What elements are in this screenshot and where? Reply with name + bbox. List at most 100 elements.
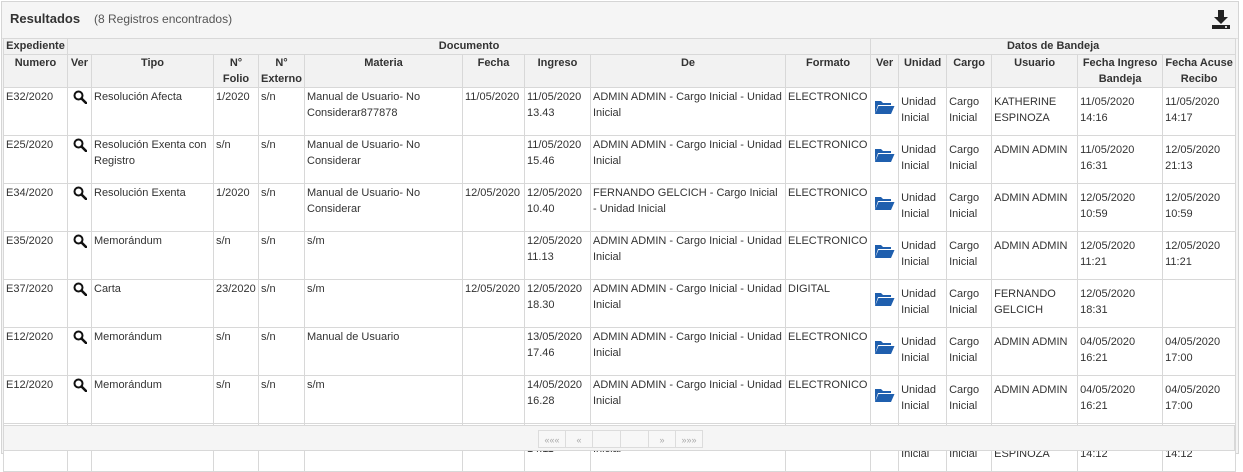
- cell-ingreso: 11/05/2020 15.46: [524, 135, 591, 184]
- cell-ver: [67, 87, 92, 136]
- download-icon[interactable]: [1210, 8, 1232, 30]
- cell-cargo: Cargo Inicial: [946, 135, 993, 184]
- search-icon[interactable]: [73, 282, 87, 301]
- cell-fecha-acuse: 11/05/2020 14:17: [1162, 87, 1237, 136]
- search-icon[interactable]: [73, 378, 87, 397]
- cell-fecha: [462, 135, 525, 184]
- cell-folio: 23/2020: [213, 279, 259, 328]
- cell-de: ADMIN ADMIN - Cargo Inicial - Unidad Ini…: [590, 327, 786, 376]
- cell-fecha-acuse: [1162, 279, 1237, 328]
- cell-unidad: Unidad Inicial: [898, 327, 948, 376]
- results-count: (8 Registros encontrados): [94, 12, 233, 26]
- cell-externo: s/n: [258, 183, 305, 232]
- cell-de: ADMIN ADMIN - Cargo Inicial - Unidad Ini…: [590, 279, 786, 328]
- cell-ingreso: 14/05/2020 16.28: [524, 375, 591, 424]
- cell-ver-bandeja: [870, 327, 900, 376]
- cell-folio: s/n: [213, 135, 259, 184]
- cell-usuario: ADMIN ADMIN: [991, 231, 1079, 280]
- cell-tipo: Memorándum: [91, 231, 214, 280]
- column-header-tipo: Tipo: [91, 54, 214, 88]
- cell-usuario: ADMIN ADMIN: [991, 327, 1079, 376]
- cell-cargo: Cargo Inicial: [946, 375, 993, 424]
- folder-open-icon[interactable]: [874, 147, 895, 168]
- search-icon[interactable]: [73, 234, 87, 253]
- cell-fecha-ingreso-bandeja: 04/05/2020 16:21: [1077, 375, 1164, 424]
- column-header-externo: N° Externo: [258, 54, 305, 88]
- cell-ingreso: 12/05/2020 10.40: [524, 183, 591, 232]
- column-header-fecha-acuse: Fecha Acuse Recibo: [1162, 54, 1237, 88]
- cell-ver: [67, 327, 92, 376]
- pager-last-button[interactable]: »»»: [675, 430, 703, 448]
- cell-tipo: Carta: [91, 279, 214, 328]
- cell-folio: 1/2020: [213, 87, 259, 136]
- column-header-usuario: Usuario: [991, 54, 1079, 88]
- cell-ver-bandeja: [870, 87, 900, 136]
- cell-ver-bandeja: [870, 375, 900, 424]
- cell-fecha: 12/05/2020: [462, 183, 525, 232]
- panel-title: Resultados: [10, 11, 81, 26]
- cell-de: ADMIN ADMIN - Cargo Inicial - Unidad Ini…: [590, 87, 786, 136]
- cell-unidad: Unidad Inicial: [898, 87, 948, 136]
- folder-open-icon[interactable]: [874, 387, 895, 408]
- cell-ingreso: 12/05/2020 18.30: [524, 279, 591, 328]
- cell-de: FERNANDO GELCICH - Cargo Inicial - Unida…: [590, 183, 786, 232]
- cell-ingreso: 11/05/2020 13.43: [524, 87, 591, 136]
- cell-usuario: ADMIN ADMIN: [991, 183, 1079, 232]
- cell-tipo: Resolución Exenta con Registro: [91, 135, 214, 184]
- cell-folio: 1/2020: [213, 183, 259, 232]
- folder-open-icon[interactable]: [874, 339, 895, 360]
- cell-externo: s/n: [258, 87, 305, 136]
- pager-prev-button[interactable]: «: [565, 430, 593, 448]
- column-header-numero: Numero: [3, 54, 68, 88]
- cell-formato: ELECTRONICO: [784, 87, 872, 136]
- cell-externo: s/n: [258, 231, 305, 280]
- cell-materia: Manual de Usuario- No Considerar: [304, 183, 463, 232]
- cell-unidad: Unidad Inicial: [898, 135, 948, 184]
- cell-cargo: Cargo Inicial: [946, 87, 993, 136]
- table-row: E32/2020 Resolución Afecta 1/2020 s/n Manual…: [3, 87, 1237, 136]
- cell-de: ADMIN ADMIN - Cargo Inicial - Unidad Ini…: [590, 375, 786, 424]
- cell-ver: [67, 279, 92, 328]
- cell-cargo: Cargo Inicial: [946, 327, 993, 376]
- panel-header: Resultados (8 Registros encontrados): [2, 2, 1238, 39]
- cell-numero: E25/2020: [3, 135, 68, 184]
- cell-ingreso: 13/05/2020 17.46: [524, 327, 591, 376]
- cell-unidad: Unidad Inicial: [898, 231, 948, 280]
- cell-externo: s/n: [258, 375, 305, 424]
- cell-externo: s/n: [258, 279, 305, 328]
- cell-formato: ELECTRONICO: [784, 183, 872, 232]
- column-header-fecha-ingreso-bandeja: Fecha Ingreso Bandeja: [1077, 54, 1164, 88]
- cell-fecha: 12/05/2020: [462, 279, 525, 328]
- pager-next-button[interactable]: »: [648, 430, 676, 448]
- cell-formato: DIGITAL: [784, 279, 872, 328]
- column-header-materia: Materia: [304, 54, 463, 88]
- pager-page-input[interactable]: [592, 430, 621, 448]
- group-header-expediente: Expediente: [3, 38, 68, 55]
- cell-numero: E35/2020: [3, 231, 68, 280]
- cell-materia: Manual de Usuario- No Considerar877878: [304, 87, 463, 136]
- table-row: E35/2020 Memorándum s/n s/n s/m 12/05/2020 11…: [3, 231, 1237, 280]
- folder-open-icon[interactable]: [874, 291, 895, 312]
- cell-ver: [67, 135, 92, 184]
- cell-fecha: [462, 231, 525, 280]
- folder-open-icon[interactable]: [874, 243, 895, 264]
- cell-ver-bandeja: [870, 135, 900, 184]
- cell-fecha-acuse: 12/05/2020 10:59: [1162, 183, 1237, 232]
- cell-materia: Manual de Usuario: [304, 327, 463, 376]
- table-row: E37/2020 Carta 23/2020 s/n s/m 12/05/2020 12/0…: [3, 279, 1237, 328]
- folder-open-icon[interactable]: [874, 99, 895, 120]
- group-header-documento: Documento: [66, 38, 872, 55]
- cell-externo: s/n: [258, 135, 305, 184]
- search-icon[interactable]: [73, 90, 87, 109]
- search-icon[interactable]: [73, 186, 87, 205]
- cell-tipo: Resolución Afecta: [91, 87, 214, 136]
- folder-open-icon[interactable]: [874, 195, 895, 216]
- pager-first-button[interactable]: «««: [538, 430, 566, 448]
- cell-unidad: Unidad Inicial: [898, 183, 948, 232]
- search-icon[interactable]: [73, 138, 87, 157]
- cell-formato: ELECTRONICO: [784, 375, 872, 424]
- cell-folio: s/n: [213, 231, 259, 280]
- cell-externo: s/n: [258, 327, 305, 376]
- search-icon[interactable]: [73, 330, 87, 349]
- cell-materia: s/m: [304, 231, 463, 280]
